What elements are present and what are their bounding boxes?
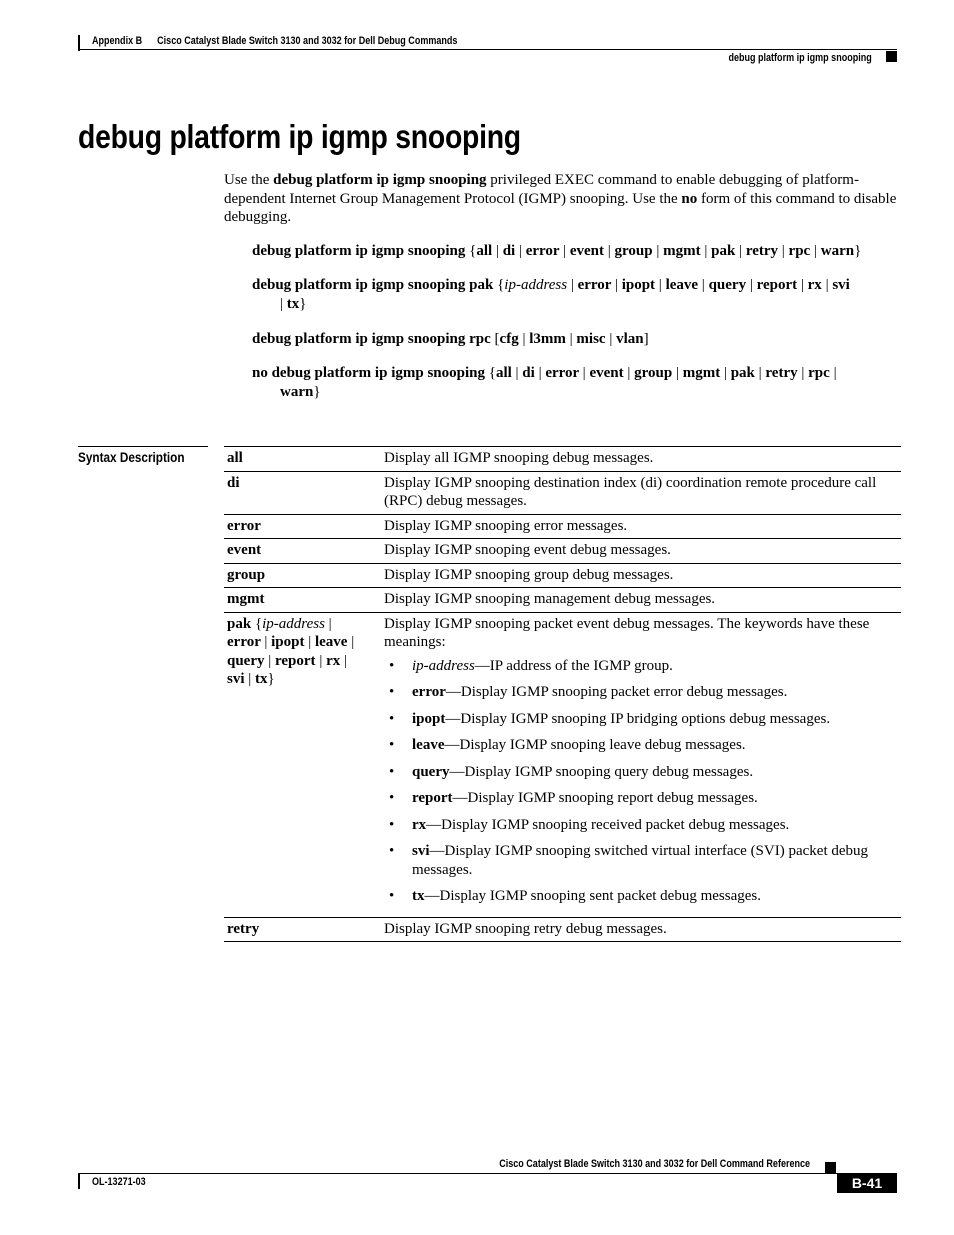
header-chapter: Cisco Catalyst Blade Switch 3130 and 303… (157, 35, 458, 47)
keyword-cell: error (224, 514, 381, 539)
description-text: Display all IGMP snooping debug messages… (384, 450, 654, 466)
section-rule (78, 446, 208, 447)
header-section: debug platform ip igmp snooping (728, 52, 872, 64)
description-cell: Display IGMP snooping group debug messag… (381, 563, 901, 588)
bullet-text: —Display IGMP snooping IP bridging optio… (445, 710, 831, 727)
footer-marker (825, 1162, 836, 1173)
bullet-text: —Display IGMP snooping packet error debu… (445, 684, 788, 700)
list-item: report—Display IGMP snooping report debu… (389, 789, 898, 808)
list-item: rx—Display IGMP snooping received packet… (389, 816, 898, 835)
bullet-text: —Display IGMP snooping switched virtual … (412, 843, 869, 878)
description-text: Display IGMP snooping group debug messag… (384, 566, 674, 583)
syntax-description-table: all Display all IGMP snooping debug messa… (224, 446, 901, 942)
table-row: mgmt Display IGMP snooping management deb… (224, 587, 901, 613)
list-item: tx—Display IGMP snooping sent packet deb… (389, 887, 898, 906)
bullet-term: error (412, 684, 446, 700)
bullet-term: tx (412, 888, 425, 904)
list-item: ip-address—IP address of the IGMP group. (389, 657, 898, 676)
header-rule (78, 49, 897, 50)
table-row: all Display all IGMP snooping debug messa… (224, 446, 901, 472)
keyword-cell: di (224, 471, 381, 515)
description-cell: Display IGMP snooping packet event debug… (381, 612, 901, 918)
description-cell: Display IGMP snooping management debug m… (381, 587, 901, 613)
running-header: Appendix B Cisco Catalyst Blade Switch 3… (92, 35, 457, 47)
intro-command: debug platform ip igmp snooping (273, 172, 487, 188)
description-text: Display IGMP snooping destination index … (384, 474, 877, 510)
bullet-term: svi (412, 843, 430, 859)
keyword-cell: retry (224, 917, 381, 942)
syntax-line: debug platform ip igmp snooping pak {ip-… (252, 277, 850, 312)
description-text: Display IGMP snooping event debug messag… (384, 542, 671, 558)
keyword-cell: group (224, 563, 381, 588)
bullet-term: report (412, 790, 453, 806)
page-title: debug platform ip igmp snooping (78, 118, 521, 155)
header-marker (886, 51, 897, 62)
description-text: Display IGMP snooping retry debug messag… (384, 920, 667, 937)
description-text: Display IGMP snooping management debug m… (384, 591, 716, 607)
description-cell: Display IGMP snooping destination index … (381, 471, 901, 515)
list-item: leave—Display IGMP snooping leave debug … (389, 736, 898, 755)
keyword-cell: event (224, 538, 381, 564)
table-row: error Display IGMP snooping error message… (224, 514, 901, 539)
page-number: B-41 (837, 1173, 897, 1193)
list-item: error—Display IGMP snooping packet error… (389, 683, 898, 702)
bullet-text: —Display IGMP snooping query debug messa… (449, 763, 754, 780)
table-row: event Display IGMP snooping event debug m… (224, 538, 901, 564)
description-cell: Display IGMP snooping event debug messag… (381, 538, 901, 564)
intro-text: Use the (224, 172, 274, 188)
keyword-cell: pak {ip-address | error | ipopt | leave |… (224, 612, 381, 918)
syntax-line: debug platform ip igmp snooping {all | d… (252, 243, 862, 259)
description-text: Display IGMP snooping packet event debug… (384, 615, 870, 651)
intro-paragraph: Use the debug platform ip igmp snooping … (224, 171, 904, 227)
list-item: svi—Display IGMP snooping switched virtu… (389, 842, 898, 879)
keyword-list: ip-address—IP address of the IGMP group.… (384, 657, 898, 906)
bullet-term: leave (412, 737, 445, 753)
bullet-term: ip-address (412, 657, 475, 674)
bullet-term: ipopt (412, 710, 446, 727)
syntax-line: debug platform ip igmp snooping rpc [cfg… (252, 331, 649, 347)
description-cell: Display IGMP snooping retry debug messag… (381, 917, 901, 942)
footer-bar (78, 1173, 80, 1189)
footer-book-title: Cisco Catalyst Blade Switch 3130 and 303… (499, 1158, 810, 1170)
bullet-text: —Display IGMP snooping received packet d… (426, 816, 790, 833)
bullet-text: —IP address of the IGMP group. (474, 657, 673, 674)
table-row: retry Display IGMP snooping retry debug m… (224, 917, 901, 942)
syntax-description-label: Syntax Description (78, 449, 185, 465)
footer-rule (78, 1173, 837, 1174)
table-row: di Display IGMP snooping destination inde… (224, 471, 901, 515)
list-item: query—Display IGMP snooping query debug … (389, 763, 898, 782)
bullet-text: —Display IGMP snooping sent packet debug… (424, 888, 761, 904)
keyword-cell: all (224, 446, 381, 472)
intro-no-keyword: no (681, 190, 698, 207)
bullet-text: —Display IGMP snooping leave debug messa… (444, 737, 746, 753)
header-appendix: Appendix B (92, 35, 143, 47)
footer-doc-number: OL-13271-03 (92, 1176, 146, 1188)
bullet-text: —Display IGMP snooping report debug mess… (452, 790, 758, 806)
table-row: pak {ip-address | error | ipopt | leave |… (224, 612, 901, 918)
list-item: ipopt—Display IGMP snooping IP bridging … (389, 710, 898, 729)
keyword-cell: mgmt (224, 587, 381, 613)
syntax-line: no debug platform ip igmp snooping {all … (252, 365, 837, 400)
description-text: Display IGMP snooping error messages. (384, 517, 628, 534)
description-cell: Display all IGMP snooping debug messages… (381, 446, 901, 472)
table-row: group Display IGMP snooping group debug m… (224, 563, 901, 588)
description-cell: Display IGMP snooping error messages. (381, 514, 901, 539)
bullet-term: query (412, 763, 450, 780)
bullet-term: rx (412, 816, 427, 833)
